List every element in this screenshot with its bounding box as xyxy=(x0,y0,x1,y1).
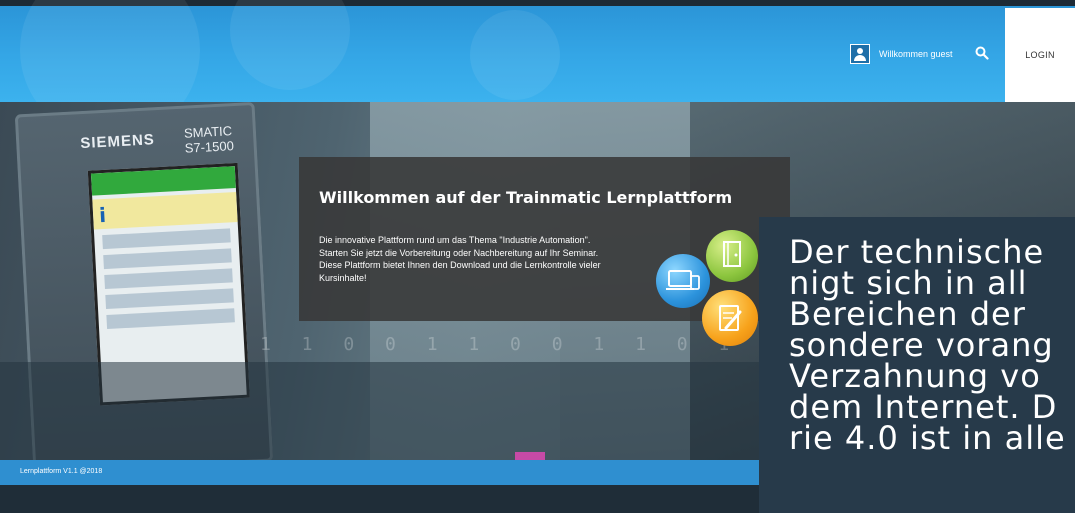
login-label: LOGIN xyxy=(1025,50,1055,60)
hero-decor xyxy=(515,452,545,460)
footer-version: Lernplattform V1.1 @2018 xyxy=(20,468,103,475)
decorative-bokeh xyxy=(230,0,350,90)
user-menu[interactable]: Willkommen guest xyxy=(850,44,953,64)
plc-model: SMATIC S7-1500 xyxy=(183,123,235,156)
document-icon xyxy=(706,230,758,282)
edit-icon xyxy=(702,290,758,346)
decorative-bokeh xyxy=(470,10,560,100)
top-bar: Willkommen guest LOGIN xyxy=(0,0,1075,102)
decorative-bokeh xyxy=(20,0,200,102)
search-icon[interactable] xyxy=(975,46,989,60)
welcome-label: Willkommen guest xyxy=(879,49,953,59)
welcome-text: Die innovative Plattform rund um das The… xyxy=(319,235,601,283)
user-icon xyxy=(850,44,870,64)
info-overlay-panel: Der technische nigt sich in all Bereiche… xyxy=(759,217,1075,513)
welcome-title: Willkommen auf der Trainmatic Lernplattf… xyxy=(319,188,733,207)
login-button[interactable]: LOGIN xyxy=(1005,8,1075,102)
plc-brand: SIEMENS xyxy=(79,131,156,153)
overlay-text: Der technische nigt sich in all Bereiche… xyxy=(789,233,1066,457)
